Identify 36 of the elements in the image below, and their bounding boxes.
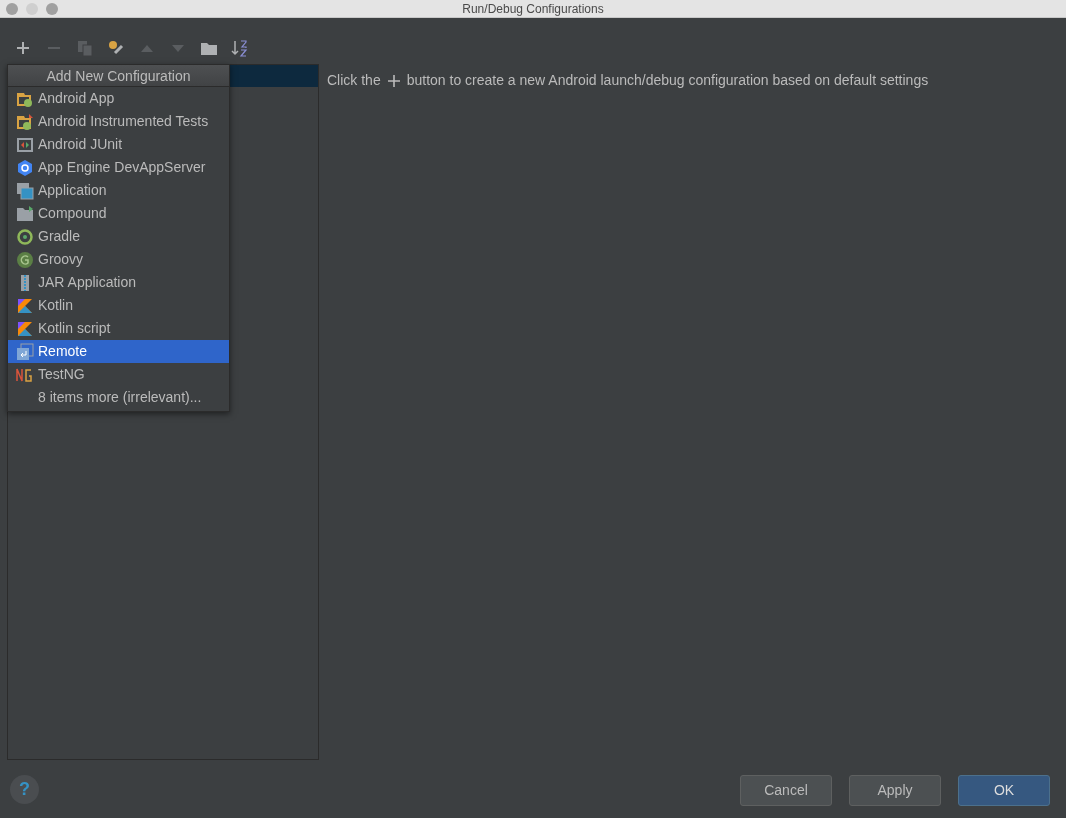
android-test-icon <box>16 112 34 131</box>
window-icon <box>16 181 34 200</box>
hexagon-icon <box>16 158 34 177</box>
kotlin-icon <box>16 319 34 338</box>
menu-item[interactable]: Kotlin script <box>8 317 229 340</box>
menu-item[interactable]: JAR Application <box>8 271 229 294</box>
zoom-icon[interactable] <box>46 3 58 15</box>
remote-icon <box>16 342 34 361</box>
window-title: Run/Debug Configurations <box>462 0 604 18</box>
menu-item[interactable]: App Engine DevAppServer <box>8 156 229 179</box>
hint-text: button to create a new Android launch/debug configuration based on default settings <box>406 71 929 90</box>
menu-item[interactable]: Android App <box>8 87 229 110</box>
menu-item[interactable]: TestNG <box>8 363 229 386</box>
menu-item[interactable]: Kotlin <box>8 294 229 317</box>
menu-item[interactable]: 8 items more (irrelevant)... <box>8 386 229 409</box>
menu-item[interactable]: Android Instrumented Tests <box>8 110 229 133</box>
menu-item[interactable]: Android JUnit <box>8 133 229 156</box>
junit-icon <box>16 135 34 154</box>
menu-item[interactable]: Remote <box>8 340 229 363</box>
dialog-button[interactable]: OK <box>958 775 1050 806</box>
circle-icon <box>16 227 34 246</box>
groovy-icon <box>16 250 34 269</box>
close-icon[interactable] <box>6 3 18 15</box>
dialog-button[interactable]: Cancel <box>740 775 832 806</box>
folder-icon <box>16 204 34 223</box>
menu-item[interactable]: Application <box>8 179 229 202</box>
kotlin-icon <box>16 296 34 315</box>
sort-icon[interactable] <box>231 39 249 57</box>
menu-item[interactable]: Gradle <box>8 225 229 248</box>
menu-item[interactable]: Compound <box>8 202 229 225</box>
add-icon <box>386 73 401 88</box>
popup-title: Add New Configuration <box>8 65 229 87</box>
add-icon[interactable] <box>14 39 32 57</box>
hint-text: Click the <box>327 71 381 90</box>
dialog-button[interactable]: Apply <box>849 775 941 806</box>
menu-item[interactable]: Groovy <box>8 248 229 271</box>
